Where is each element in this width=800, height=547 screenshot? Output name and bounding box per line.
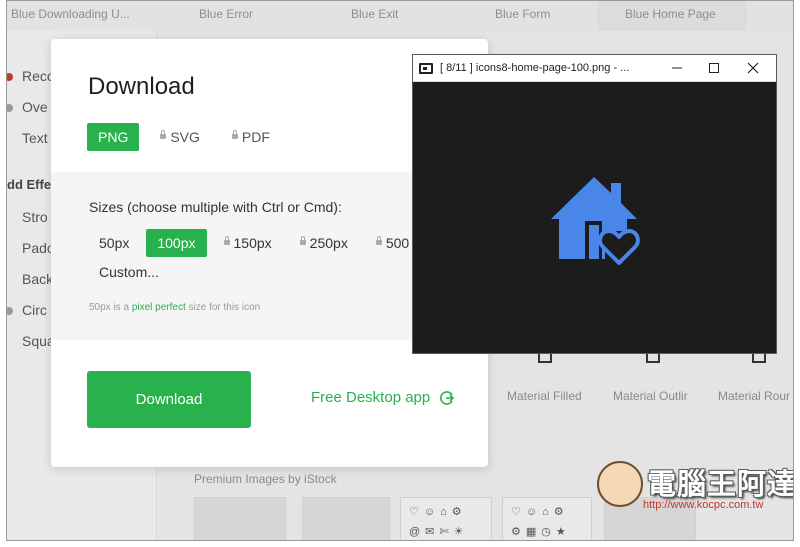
bg-icon-label[interactable]: Blue Downloading U...	[11, 7, 130, 21]
lock-icon	[160, 129, 167, 139]
note-suffix: size for this icon	[185, 302, 261, 313]
size-label: 150px	[233, 235, 272, 251]
record-dot-icon	[7, 73, 13, 81]
image-viewer-app-icon	[419, 63, 433, 74]
format-label: PDF	[241, 129, 270, 145]
style-label[interactable]: Material Outlir	[613, 389, 688, 403]
size-50px-button[interactable]: 50px	[88, 229, 140, 257]
lock-icon	[231, 129, 238, 139]
sidebar-item[interactable]: Pado	[22, 240, 55, 256]
sidebar-heading: dd Effe	[7, 177, 52, 192]
lock-icon	[223, 235, 230, 245]
preview-titlebar: [ 8/11 ] icons8-home-page-100.png - ...	[413, 55, 776, 82]
format-tabs: PNG SVG PDF	[87, 123, 291, 151]
background-icon-strip: Blue Downloading U... Blue Error Blue Ex…	[7, 1, 793, 35]
mascot-face-icon	[597, 461, 643, 507]
desktop-link-label: Free Desktop app	[311, 389, 431, 406]
screenshot-frame: Blue Downloading U... Blue Error Blue Ex…	[6, 0, 794, 541]
size-250px-button[interactable]: 250px	[289, 229, 359, 257]
note-prefix: 50px is a	[89, 302, 132, 313]
free-desktop-app-link[interactable]: Free Desktop app	[311, 389, 455, 406]
sidebar-item[interactable]: Ove	[22, 99, 48, 115]
format-label: SVG	[170, 129, 200, 145]
home-heart-icon	[551, 177, 640, 265]
premium-image-tile[interactable]	[302, 497, 390, 540]
format-svg-button[interactable]: SVG	[149, 123, 211, 151]
sidebar-item[interactable]: Stro	[22, 209, 48, 225]
close-icon	[747, 62, 759, 74]
pixel-perfect-link[interactable]: pixel perfect	[132, 302, 186, 313]
size-label: 500	[385, 235, 410, 251]
size-150px-button[interactable]: 150px	[213, 229, 283, 257]
watermark-text: 電腦王阿達	[647, 469, 794, 501]
preview-title: [ 8/11 ] icons8-home-page-100.png - ...	[440, 62, 630, 74]
style-label[interactable]: Material Rour	[718, 389, 790, 403]
lock-icon	[375, 235, 382, 245]
bg-icon-label[interactable]: Blue Exit	[351, 7, 398, 21]
sizes-heading: Sizes (choose multiple with Ctrl or Cmd)…	[89, 199, 342, 215]
watermark: 電腦王阿達 http://www.kocpc.com.tw	[595, 457, 794, 523]
maximize-icon	[709, 63, 719, 73]
maximize-button[interactable]	[696, 55, 732, 81]
icon-grid-glyphs: ♡☺⌂⚙ @✉✄☀	[409, 506, 469, 538]
download-button[interactable]: Download	[87, 371, 251, 428]
sidebar-item[interactable]: Back	[22, 271, 53, 287]
style-label[interactable]: Material Filled	[507, 389, 582, 403]
size-100px-button[interactable]: 100px	[146, 229, 207, 257]
bg-icon-label[interactable]: Blue Form	[495, 7, 550, 21]
overlay-icon	[7, 104, 13, 112]
sidebar-item[interactable]: Text	[22, 130, 48, 146]
size-options: 50px 100px 150px 250px 500	[88, 229, 426, 257]
format-pdf-button[interactable]: PDF	[221, 123, 281, 151]
custom-size-link[interactable]: Custom...	[99, 264, 159, 280]
format-png-button[interactable]: PNG	[87, 123, 140, 151]
premium-image-tile[interactable]: ♡☺⌂⚙ ⚙▦◷★	[502, 497, 592, 540]
sidebar-item[interactable]: Reco	[22, 68, 55, 84]
minimize-button[interactable]	[659, 55, 695, 81]
premium-image-tile[interactable]: ♡☺⌂⚙ @✉✄☀	[400, 497, 492, 540]
premium-image-tile[interactable]	[194, 497, 286, 540]
sidebar-item[interactable]: Squa	[22, 333, 55, 349]
sidebar-item[interactable]: Circ	[22, 302, 47, 318]
icon-grid-glyphs: ♡☺⌂⚙ ⚙▦◷★	[511, 506, 571, 538]
pixel-perfect-note: 50px is a pixel perfect size for this ic…	[89, 302, 260, 313]
lock-icon	[299, 235, 306, 245]
bg-icon-label[interactable]: Blue Home Page	[625, 7, 716, 21]
watermark-url: http://www.kocpc.com.tw	[643, 499, 764, 511]
size-label: 250px	[309, 235, 348, 251]
circle-icon	[7, 307, 13, 315]
dialog-title: Download	[88, 73, 195, 100]
minimize-icon	[672, 67, 682, 69]
image-preview-window: [ 8/11 ] icons8-home-page-100.png - ...	[412, 54, 777, 354]
premium-images-label: Premium Images by iStock	[194, 472, 337, 486]
close-button[interactable]	[735, 55, 771, 81]
arrow-circle-icon	[440, 390, 455, 405]
bg-icon-label[interactable]: Blue Error	[199, 7, 253, 21]
